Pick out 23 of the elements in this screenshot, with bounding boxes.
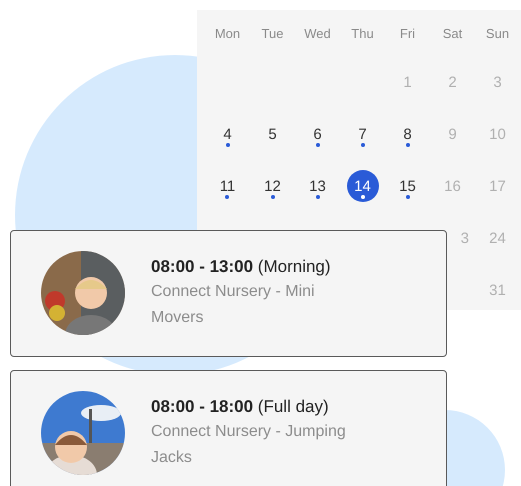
calendar-day[interactable]: 12 — [264, 170, 281, 202]
calendar-day[interactable]: 5 — [268, 118, 277, 150]
calendar-day[interactable]: 11 — [220, 170, 236, 202]
calendar-day[interactable]: 15 — [399, 170, 416, 202]
weekday-label: Thu — [350, 24, 375, 42]
calendar-day[interactable]: 8 — [403, 118, 412, 150]
weekday-label: Mon — [214, 24, 242, 42]
booking-place: Connect Nursery - Jumping Jacks — [151, 422, 347, 468]
booking-place: Connect Nursery - Mini Movers — [151, 282, 316, 328]
weekday-label: Sat — [442, 24, 464, 42]
booking-card[interactable]: 08:00 - 18:00 (Full day) Connect Nursery - Jumping Jacks — [10, 370, 447, 486]
booking-card[interactable]: 08:00 - 13:00 (Morning) Connect Nursery - Mini Movers — [10, 230, 447, 357]
weekday-label: Wed — [303, 24, 332, 42]
booking-time: 08:00 - 18:00 (Full day) — [151, 396, 330, 418]
calendar-day[interactable]: 14 — [346, 170, 378, 202]
weekday-label: Tue — [260, 24, 284, 42]
calendar-day[interactable]: 7 — [358, 118, 367, 150]
calendar-day[interactable]: 13 — [309, 170, 326, 202]
calendar-day[interactable]: 4 — [223, 118, 232, 150]
calendar-day[interactable]: 6 — [313, 118, 322, 150]
booking-time: 08:00 - 13:00 (Morning) — [151, 256, 332, 278]
weekday-label: Sun — [484, 24, 510, 42]
weekday-label: Fri — [398, 24, 416, 42]
